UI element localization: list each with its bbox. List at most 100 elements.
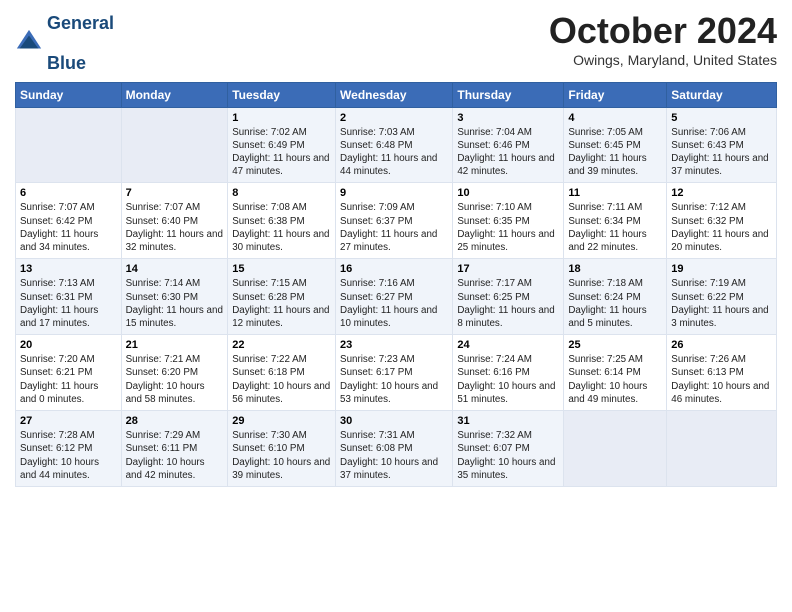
day-number: 21 — [126, 339, 224, 351]
logo-icon — [15, 28, 43, 56]
day-number: 20 — [20, 339, 117, 351]
day-info: Sunrise: 7:23 AMSunset: 6:17 PMDaylight:… — [340, 353, 448, 406]
calendar-week-row: 1 Sunrise: 7:02 AMSunset: 6:49 PMDaylight… — [16, 107, 777, 183]
day-number: 6 — [20, 187, 117, 199]
day-info: Sunrise: 7:32 AMSunset: 6:07 PMDaylight:… — [457, 429, 559, 482]
day-number: 28 — [126, 415, 224, 427]
weekday-header: Monday — [121, 82, 228, 107]
day-info: Sunrise: 7:29 AMSunset: 6:11 PMDaylight:… — [126, 429, 224, 482]
weekday-header: Sunday — [16, 82, 122, 107]
day-number: 25 — [568, 339, 662, 351]
calendar-cell: 14 Sunrise: 7:14 AMSunset: 6:30 PMDayligh… — [121, 259, 228, 335]
weekday-header-row: SundayMondayTuesdayWednesdayThursdayFrid… — [16, 82, 777, 107]
day-number: 24 — [457, 339, 559, 351]
day-info: Sunrise: 7:08 AMSunset: 6:38 PMDaylight:… — [232, 201, 331, 254]
calendar-cell: 18Sunrise: 7:18 AMSunset: 6:24 PMDayligh… — [564, 259, 667, 335]
calendar-cell: 10 Sunrise: 7:10 AMSunset: 6:35 PMDayligh… — [453, 183, 564, 259]
calendar-cell: 25 Sunrise: 7:25 AMSunset: 6:14 PMDayligh… — [564, 335, 667, 411]
day-number: 7 — [126, 187, 224, 199]
logo: GeneralBlue — [15, 14, 114, 74]
calendar-cell: 23 Sunrise: 7:23 AMSunset: 6:17 PMDayligh… — [336, 335, 453, 411]
calendar-cell: 9 Sunrise: 7:09 AMSunset: 6:37 PMDaylight… — [336, 183, 453, 259]
calendar-cell: 2Sunrise: 7:03 AMSunset: 6:48 PMDaylight… — [336, 107, 453, 183]
calendar-cell — [121, 107, 228, 183]
weekday-header: Thursday — [453, 82, 564, 107]
day-number: 27 — [20, 415, 117, 427]
day-info: Sunrise: 7:06 AMSunset: 6:43 PMDaylight:… — [671, 126, 772, 179]
calendar-cell: 13 Sunrise: 7:13 AMSunset: 6:31 PMDayligh… — [16, 259, 122, 335]
day-number: 30 — [340, 415, 448, 427]
day-number: 12 — [671, 187, 772, 199]
calendar-week-row: 20 Sunrise: 7:20 AMSunset: 6:21 PMDayligh… — [16, 335, 777, 411]
calendar-cell — [667, 411, 777, 487]
day-number: 29 — [232, 415, 331, 427]
day-info: Sunrise: 7:11 AMSunset: 6:34 PMDaylight:… — [568, 201, 662, 254]
day-number: 17 — [457, 263, 559, 275]
day-info: Sunrise: 7:17 AMSunset: 6:25 PMDaylight:… — [457, 277, 559, 330]
day-info: Sunrise: 7:19 AMSunset: 6:22 PMDaylight:… — [671, 277, 772, 330]
day-number: 14 — [126, 263, 224, 275]
day-info: Sunrise: 7:15 AMSunset: 6:28 PMDaylight:… — [232, 277, 331, 330]
title-area: October 2024 Owings, Maryland, United St… — [549, 10, 777, 68]
day-number: 16 — [340, 263, 448, 275]
day-info: Sunrise: 7:16 AMSunset: 6:27 PMDaylight:… — [340, 277, 448, 330]
calendar-cell: 15 Sunrise: 7:15 AMSunset: 6:28 PMDayligh… — [228, 259, 336, 335]
day-number: 23 — [340, 339, 448, 351]
day-number: 26 — [671, 339, 772, 351]
calendar-cell: 7Sunrise: 7:07 AMSunset: 6:40 PMDaylight… — [121, 183, 228, 259]
day-info: Sunrise: 7:21 AMSunset: 6:20 PMDaylight:… — [126, 353, 224, 406]
calendar-cell — [16, 107, 122, 183]
calendar-cell: 16 Sunrise: 7:16 AMSunset: 6:27 PMDayligh… — [336, 259, 453, 335]
calendar-cell: 17 Sunrise: 7:17 AMSunset: 6:25 PMDayligh… — [453, 259, 564, 335]
month-title: October 2024 — [549, 10, 777, 52]
weekday-header: Wednesday — [336, 82, 453, 107]
day-number: 10 — [457, 187, 559, 199]
calendar-cell: 24 Sunrise: 7:24 AMSunset: 6:16 PMDayligh… — [453, 335, 564, 411]
calendar-cell: 11 Sunrise: 7:11 AMSunset: 6:34 PMDayligh… — [564, 183, 667, 259]
day-number: 2 — [340, 112, 448, 124]
day-info: Sunrise: 7:04 AMSunset: 6:46 PMDaylight:… — [457, 126, 559, 179]
day-number: 4 — [568, 112, 662, 124]
calendar-cell: 1 Sunrise: 7:02 AMSunset: 6:49 PMDaylight… — [228, 107, 336, 183]
day-info: Sunrise: 7:22 AMSunset: 6:18 PMDaylight:… — [232, 353, 331, 406]
calendar-cell: 29 Sunrise: 7:30 AMSunset: 6:10 PMDayligh… — [228, 411, 336, 487]
calendar-cell: 3Sunrise: 7:04 AMSunset: 6:46 PMDaylight… — [453, 107, 564, 183]
day-number: 9 — [340, 187, 448, 199]
day-info: Sunrise: 7:13 AMSunset: 6:31 PMDaylight:… — [20, 277, 117, 330]
calendar-cell: 19Sunrise: 7:19 AMSunset: 6:22 PMDayligh… — [667, 259, 777, 335]
calendar-cell: 8Sunrise: 7:08 AMSunset: 6:38 PMDaylight… — [228, 183, 336, 259]
day-info: Sunrise: 7:14 AMSunset: 6:30 PMDaylight:… — [126, 277, 224, 330]
day-info: Sunrise: 7:20 AMSunset: 6:21 PMDaylight:… — [20, 353, 117, 406]
calendar-cell: 21 Sunrise: 7:21 AMSunset: 6:20 PMDayligh… — [121, 335, 228, 411]
day-number: 31 — [457, 415, 559, 427]
calendar-cell: 22Sunrise: 7:22 AMSunset: 6:18 PMDayligh… — [228, 335, 336, 411]
day-info: Sunrise: 7:24 AMSunset: 6:16 PMDaylight:… — [457, 353, 559, 406]
calendar-cell: 28 Sunrise: 7:29 AMSunset: 6:11 PMDayligh… — [121, 411, 228, 487]
day-number: 13 — [20, 263, 117, 275]
day-number: 11 — [568, 187, 662, 199]
day-info: Sunrise: 7:25 AMSunset: 6:14 PMDaylight:… — [568, 353, 662, 406]
day-number: 5 — [671, 112, 772, 124]
weekday-header: Friday — [564, 82, 667, 107]
calendar-cell: 4Sunrise: 7:05 AMSunset: 6:45 PMDaylight… — [564, 107, 667, 183]
day-info: Sunrise: 7:28 AMSunset: 6:12 PMDaylight:… — [20, 429, 117, 482]
day-number: 15 — [232, 263, 331, 275]
day-number: 18 — [568, 263, 662, 275]
day-info: Sunrise: 7:02 AMSunset: 6:49 PMDaylight:… — [232, 126, 331, 179]
day-info: Sunrise: 7:09 AMSunset: 6:37 PMDaylight:… — [340, 201, 448, 254]
location: Owings, Maryland, United States — [549, 52, 777, 68]
logo-text: GeneralBlue — [47, 14, 114, 74]
calendar-cell: 12Sunrise: 7:12 AMSunset: 6:32 PMDayligh… — [667, 183, 777, 259]
calendar-week-row: 13 Sunrise: 7:13 AMSunset: 6:31 PMDayligh… — [16, 259, 777, 335]
calendar-cell: 31 Sunrise: 7:32 AMSunset: 6:07 PMDayligh… — [453, 411, 564, 487]
calendar-cell: 5 Sunrise: 7:06 AMSunset: 6:43 PMDaylight… — [667, 107, 777, 183]
calendar-cell: 20 Sunrise: 7:20 AMSunset: 6:21 PMDayligh… — [16, 335, 122, 411]
day-number: 1 — [232, 112, 331, 124]
calendar-table: SundayMondayTuesdayWednesdayThursdayFrid… — [15, 82, 777, 487]
day-info: Sunrise: 7:31 AMSunset: 6:08 PMDaylight:… — [340, 429, 448, 482]
weekday-header: Tuesday — [228, 82, 336, 107]
day-info: Sunrise: 7:30 AMSunset: 6:10 PMDaylight:… — [232, 429, 331, 482]
calendar-cell: 30 Sunrise: 7:31 AMSunset: 6:08 PMDayligh… — [336, 411, 453, 487]
day-info: Sunrise: 7:10 AMSunset: 6:35 PMDaylight:… — [457, 201, 559, 254]
page-container: GeneralBlue October 2024 Owings, Marylan… — [0, 0, 792, 497]
